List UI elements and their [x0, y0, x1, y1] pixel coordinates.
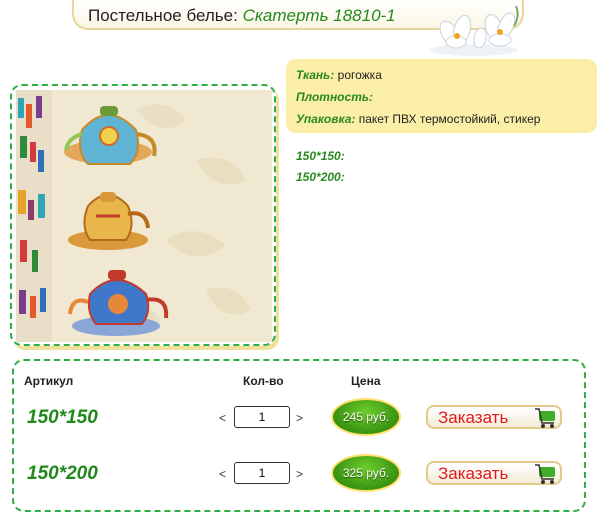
cart-icon — [535, 464, 555, 484]
spec-fabric: Ткань: рогожка — [296, 68, 382, 82]
price-badge: 325 руб. — [331, 454, 401, 492]
order-button-label: Заказать — [438, 464, 509, 483]
size-label: 150*150: — [296, 149, 345, 163]
price-badge: 245 руб. — [331, 398, 401, 436]
qty-input[interactable] — [234, 462, 290, 484]
spec-value: рогожка — [337, 68, 382, 82]
page-title: Постельное белье: Скатерть 18810-1 — [88, 6, 396, 26]
title-category: Постельное белье: — [88, 6, 238, 25]
qty-increase-button[interactable]: > — [296, 411, 303, 425]
product-image-frame — [10, 84, 276, 346]
flowers-icon — [430, 5, 519, 56]
qty-increase-button[interactable]: > — [296, 467, 303, 481]
cart-icon — [535, 408, 555, 428]
spec-key: Упаковка: — [296, 112, 356, 126]
spec-density: Плотность: — [296, 90, 373, 104]
order-button[interactable]: Заказать — [426, 461, 562, 485]
qty-decrease-button[interactable]: < — [219, 467, 226, 481]
spec-packaging: Упаковка: пакет ПВХ термостойкий, стикер — [296, 112, 540, 126]
article-label: 150*150 — [27, 407, 98, 428]
order-button-label: Заказать — [438, 408, 509, 427]
article-label: 150*200 — [27, 463, 98, 484]
specs-panel: Ткань: рогожка Плотность: Упаковка: паке… — [286, 59, 597, 133]
order-panel — [12, 359, 586, 512]
size-label: 150*200: — [296, 170, 345, 184]
col-header-price: Цена — [351, 374, 381, 388]
spec-value: пакет ПВХ термостойкий, стикер — [358, 112, 541, 126]
col-header-article: Артикул — [24, 374, 74, 388]
qty-input[interactable] — [234, 406, 290, 428]
title-product: Скатерть 18810-1 — [242, 6, 396, 25]
spec-key: Плотность: — [296, 90, 373, 104]
tablecloth-image — [16, 90, 272, 342]
col-header-qty: Кол-во — [243, 374, 284, 388]
spec-key: Ткань: — [296, 68, 335, 82]
order-button[interactable]: Заказать — [426, 405, 562, 429]
qty-decrease-button[interactable]: < — [219, 411, 226, 425]
